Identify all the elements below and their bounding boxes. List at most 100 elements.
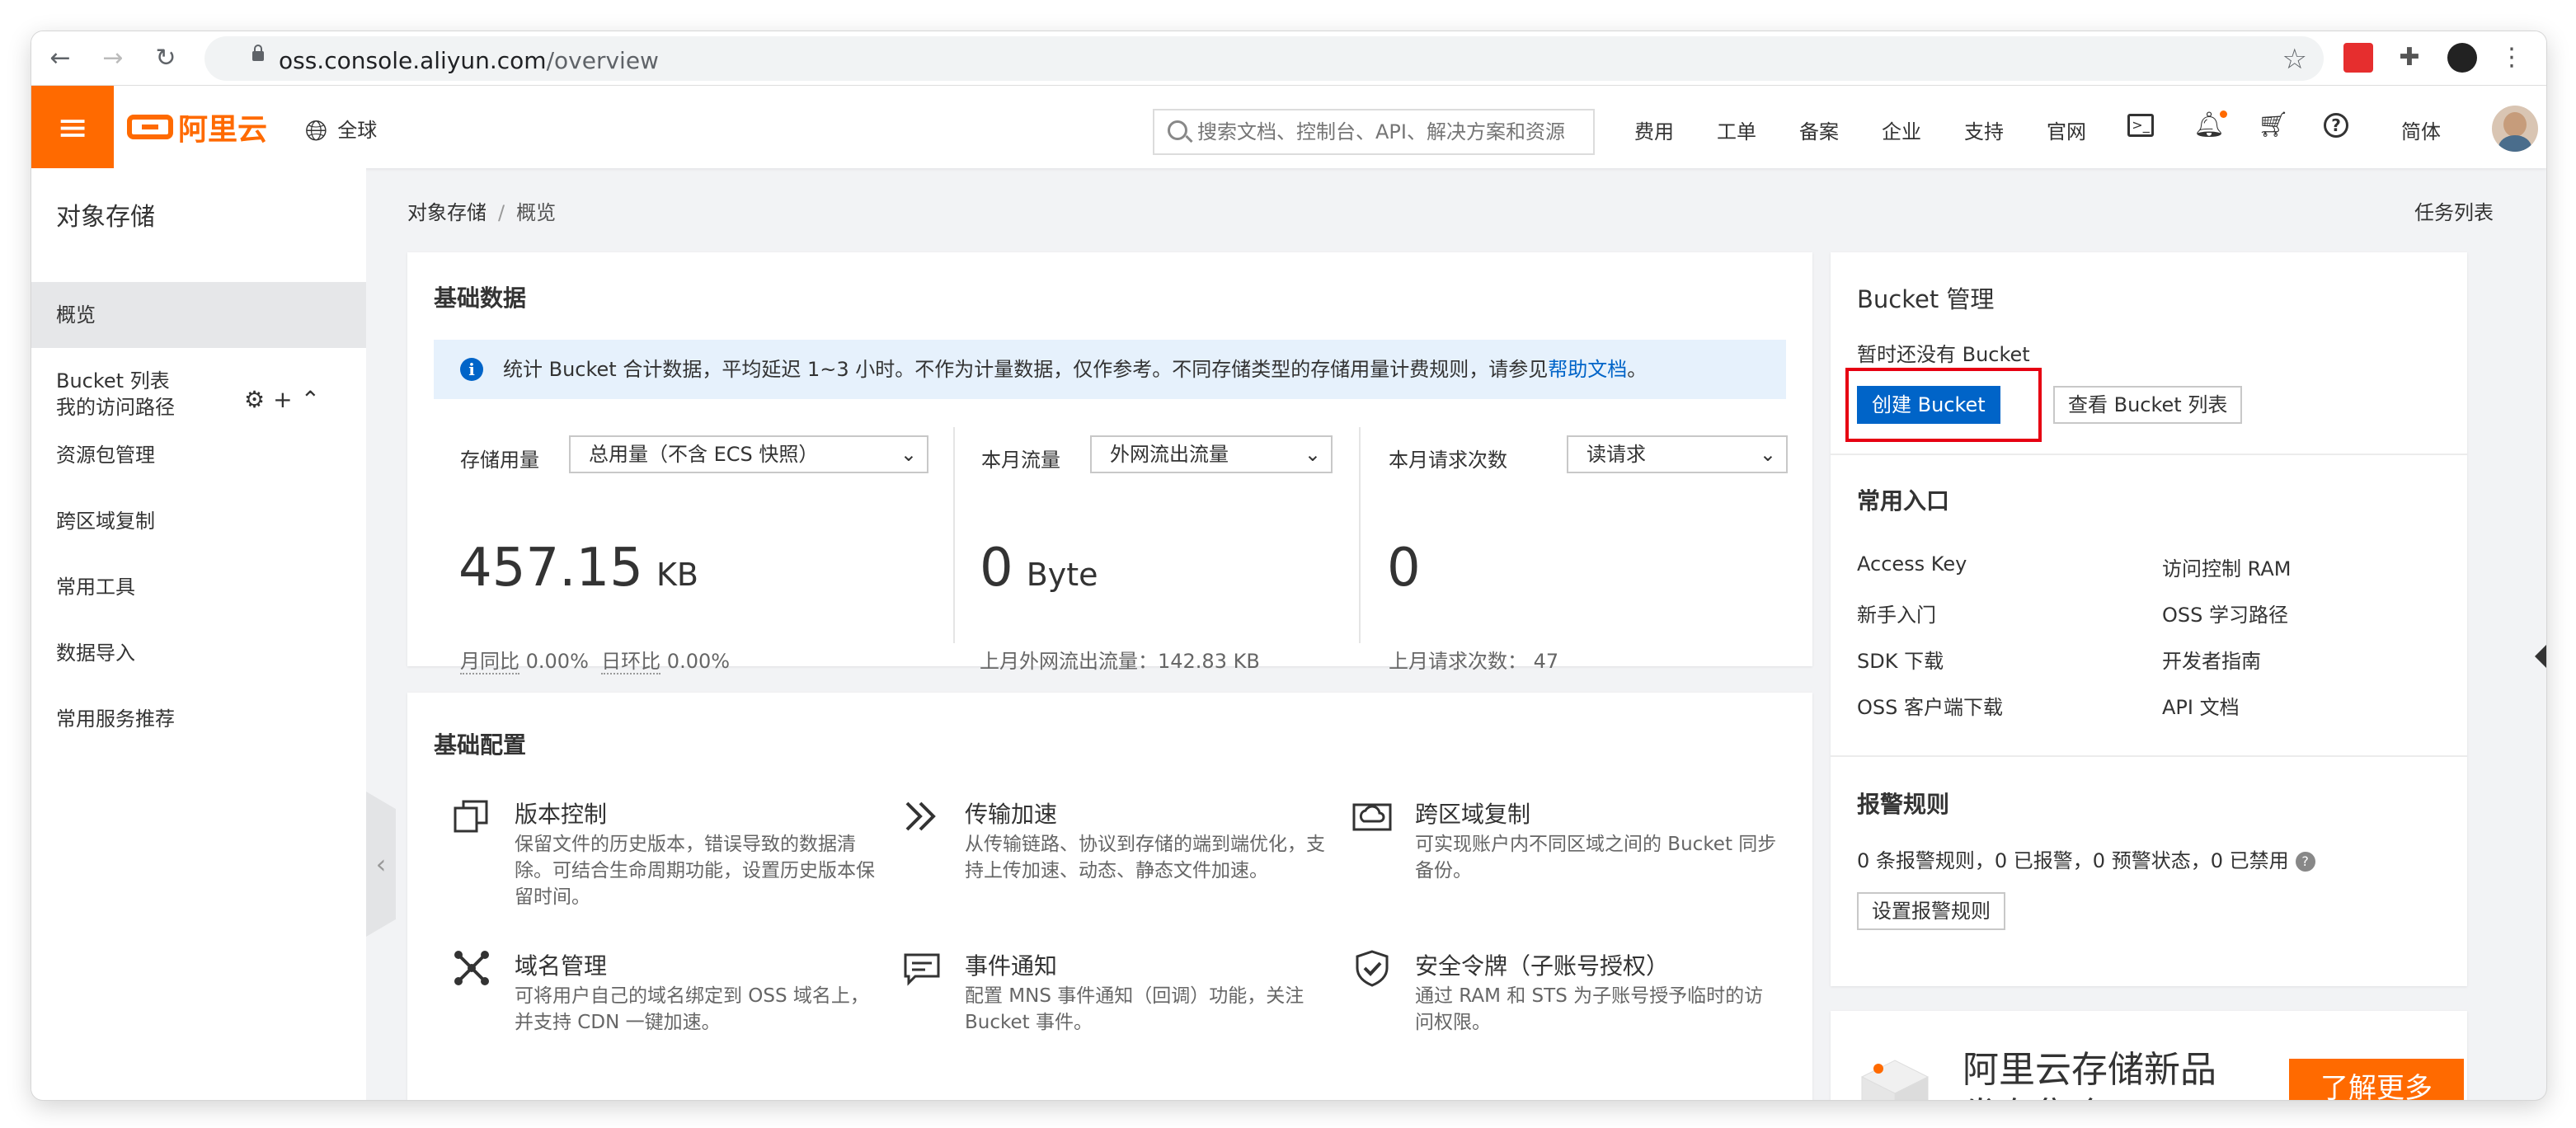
common-entry-title: 常用入口 [1857,483,1949,516]
help-doc-link[interactable]: 帮助文档 [1548,358,1627,381]
hamburger-menu-icon[interactable]: ≡ [31,86,114,168]
nav-icp[interactable]: 备案 [1799,115,1839,144]
promo-title-line2: 发布集合 [1963,1093,2216,1100]
info-notice: i 统计 Bucket 合计数据，平均延迟 1~3 小时。不作为计量数据，仅作参… [434,340,1786,399]
task-list-link[interactable]: 任务列表 [2414,196,2494,225]
promo-banner[interactable]: 阿里云存储新品发布集合 了解更多 [1831,1011,2467,1100]
view-bucket-list-button[interactable]: 查看 Bucket 列表 [2053,386,2242,424]
basic-config-card: 基础配置 版本控制 保留文件的历史版本，错误导致的数据清除。可结合生命周期功能，… [407,693,1812,1100]
link-ram[interactable]: 访问控制 RAM [2162,552,2291,581]
right-drawer-handle[interactable] [2535,645,2546,668]
feature-desc: 从传输链路、协议到存储的端到端优化，支持上传加速、动态、静态文件加速。 [965,831,1328,884]
feature-desc: 配置 MNS 事件通知（回调）功能，关注 Bucket 事件。 [965,983,1328,1036]
bell-icon[interactable]: 🔔︎ [2193,110,2223,140]
aliyun-logo[interactable]: 阿里云 [127,107,267,147]
yoy-value: 0.00% [526,650,589,673]
storage-select[interactable]: 总用量（不含 ECS 快照）⌄ [569,435,928,473]
address-bar[interactable]: oss.console.aliyun.com/overview ☆ [204,36,2324,81]
profile-icon[interactable] [2447,43,2477,73]
reload-icon[interactable]: ↻ [152,45,180,73]
traffic-number: 0 [980,538,1013,599]
link-client-download[interactable]: OSS 客户端下载 [1857,691,2003,720]
link-access-key[interactable]: Access Key [1857,552,1967,576]
terminal-icon[interactable]: >_ [2127,114,2154,137]
feature-desc: 可将用户自己的域名绑定到 OSS 域名上，并支持 CDN 一键加速。 [515,983,877,1036]
sidebar-item-recommended-services[interactable]: 常用服务推荐 [31,686,366,752]
globe-icon: 🌐︎ [305,115,327,148]
nav-enterprise[interactable]: 企业 [1882,115,1921,144]
extension-fe-icon[interactable] [2343,43,2373,73]
search-input[interactable] [1197,117,1585,147]
browser-menu-icon[interactable]: ⋮ [2497,43,2527,73]
forward-icon[interactable]: → [99,45,127,73]
link-getting-started[interactable]: 新手入门 [1857,599,1936,627]
plus-icon[interactable]: + [273,386,300,413]
requests-value: 0 [1387,538,1421,599]
nav-ticket[interactable]: 工单 [1717,115,1756,144]
basic-data-title: 基础数据 [434,280,526,313]
promo-title-line1: 阿里云存储新品 [1963,1047,2216,1093]
url-text[interactable]: oss.console.aliyun.com/overview [279,47,659,74]
storage-label: 存储用量 [460,444,539,472]
nav-official-site[interactable]: 官网 [2047,115,2086,144]
basic-data-card: 基础数据 i 统计 Bucket 合计数据，平均延迟 1~3 小时。不作为计量数… [407,252,1812,666]
requests-select[interactable]: 读请求⌄ [1567,435,1788,473]
nav-support[interactable]: 支持 [1964,115,2004,144]
extensions-puzzle-icon[interactable]: ✚ [2395,43,2424,73]
cart-icon[interactable]: 🛒︎ [2258,110,2287,140]
lock-icon [252,51,264,61]
mom-label: 日环比 [601,650,660,674]
sidebar-item-overview[interactable]: 概览 [31,282,366,348]
avatar[interactable] [2492,106,2538,152]
link-sdk-download[interactable]: SDK 下载 [1857,645,1944,674]
divider [1831,755,2467,757]
bookmark-star-icon[interactable]: ☆ [2282,43,2307,76]
feature-title: 安全令牌（子账号授权） [1415,948,1669,981]
feature-title: 域名管理 [515,948,607,981]
breadcrumb-separator: / [498,201,505,224]
traffic-select-value: 外网流出流量 [1110,443,1229,466]
chevron-down-icon: ⌄ [1304,437,1321,472]
chevron-up-icon[interactable]: ⌃ [301,386,328,413]
feature-title: 传输加速 [965,797,1057,830]
message-icon [902,948,942,988]
sidebar-collapse-handle[interactable]: ‹ [366,792,396,937]
back-icon[interactable]: ← [46,45,74,73]
divider [1831,454,2467,455]
nav-fees[interactable]: 费用 [1634,115,1674,144]
gear-icon[interactable]: ⚙ [244,386,273,413]
feature-title: 事件通知 [965,948,1057,981]
help-icon[interactable]: ? [2296,852,2315,872]
link-api-docs[interactable]: API 文档 [2162,691,2240,720]
link-developer-guide[interactable]: 开发者指南 [2162,645,2261,674]
console-header: ≡ 阿里云 🌐︎全球 费用 工单 备案 企业 支持 官网 >_ 🔔︎ 🛒︎ ? … [31,86,2546,168]
logo-mark [127,115,173,139]
breadcrumb: 对象存储 / 概览 [407,196,556,225]
region-selector[interactable]: 🌐︎全球 [305,114,377,148]
link-learning-path[interactable]: OSS 学习路径 [2162,599,2288,627]
requests-last-month: 上月请求次数： 47 [1389,645,1558,674]
traffic-label: 本月流量 [981,444,1060,472]
brand-text: 阿里云 [178,106,267,148]
help-icon[interactable]: ? [2324,113,2348,138]
breadcrumb-root[interactable]: 对象存储 [407,201,487,224]
sidebar-item-resource-packages[interactable]: 资源包管理 [31,422,366,488]
sidebar-item-common-tools[interactable]: 常用工具 [31,554,366,620]
mom-value: 0.00% [667,650,730,673]
highlight-box [1845,368,2042,442]
storage-number: 457.15 [458,538,643,599]
sidebar-item-data-import[interactable]: 数据导入 [31,620,366,686]
shield-check-icon [1352,948,1392,988]
learn-more-button[interactable]: 了解更多 [2289,1059,2464,1100]
language-switch[interactable]: 简体 [2401,115,2441,144]
breadcrumb-current: 概览 [516,201,556,224]
global-search[interactable] [1153,109,1595,155]
browser-window: ← → ↻ oss.console.aliyun.com/overview ☆ … [31,31,2546,1100]
sidebar: 对象存储 概览 Bucket 列表 我的访问路径 ⚙+⌃ 资源包管理 跨区域复制… [31,168,366,1100]
set-alarm-button[interactable]: 设置报警规则 [1857,892,2005,930]
traffic-unit: Byte [1027,557,1098,593]
chevron-down-icon: ⌄ [1760,437,1776,472]
traffic-select[interactable]: 外网流出流量 ⌄ [1090,435,1333,473]
traffic-last-month: 上月外网流出流量：142.83 KB [980,645,1260,674]
sidebar-item-cross-region-replication[interactable]: 跨区域复制 [31,488,366,554]
